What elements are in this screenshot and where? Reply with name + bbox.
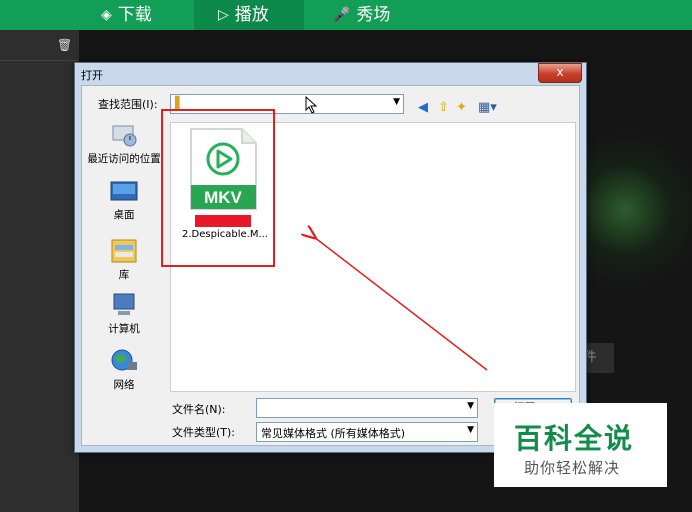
- close-button[interactable]: x: [538, 63, 582, 83]
- filename-label: 文件名(N):: [172, 403, 226, 416]
- view-menu-icon[interactable]: ▦▾: [478, 100, 497, 115]
- place-network-label: 网络: [113, 379, 135, 391]
- place-library-label: 库: [118, 269, 130, 281]
- chevron-down-icon: ▼: [467, 425, 474, 435]
- desktop-icon: [110, 181, 138, 201]
- chevron-down-icon: ▼: [393, 97, 400, 107]
- tab-showroom-label: 秀场: [356, 5, 391, 25]
- network-icon: [111, 349, 137, 371]
- play-icon: ▷: [218, 7, 229, 23]
- place-desktop-label: 桌面: [113, 209, 135, 221]
- place-computer[interactable]: 计算机: [82, 292, 166, 336]
- mouse-cursor-icon: [305, 96, 318, 114]
- playlist-header: 🗑: [0, 30, 79, 61]
- tab-showroom[interactable]: 🎤 秀场: [333, 0, 390, 30]
- layers-icon: ◈: [101, 7, 112, 23]
- annotation-highlight-box: [161, 109, 275, 267]
- place-recent-label: 最近访问的位置: [87, 153, 161, 165]
- watermark-title: 百科全说: [514, 422, 635, 455]
- microphone-icon: 🎤: [333, 7, 351, 23]
- up-folder-icon[interactable]: ⇧: [438, 100, 449, 115]
- trash-icon[interactable]: 🗑: [57, 38, 72, 52]
- open-file-dialog: 打开 x 查找范围(I): ▌ ▼ ◀ ⇧ ✦ ▦▾ 最近访问的位置 桌面 库 …: [74, 62, 587, 453]
- tab-download[interactable]: ◈ 下载: [101, 0, 152, 30]
- place-recent[interactable]: 最近访问的位置: [82, 122, 166, 166]
- filetype-select[interactable]: 常见媒体格式 (所有媒体格式) ▼: [256, 422, 478, 442]
- chevron-down-icon: ▼: [467, 401, 474, 411]
- computer-icon: [113, 293, 135, 315]
- close-icon: x: [556, 65, 564, 79]
- top-nav-bar: ◈ 下载 ▷ 播放 🎤 秀场: [0, 0, 692, 30]
- recent-places-icon: [112, 125, 137, 147]
- folder-icon: ▌: [175, 96, 185, 110]
- place-desktop[interactable]: 桌面: [82, 180, 166, 222]
- dialog-body: 查找范围(I): ▌ ▼ ◀ ⇧ ✦ ▦▾ 最近访问的位置 桌面 库 计算机 网…: [81, 85, 580, 446]
- place-network[interactable]: 网络: [82, 348, 166, 392]
- filename-input[interactable]: ▼: [256, 398, 478, 418]
- places-bar: 最近访问的位置 桌面 库 计算机 网络: [82, 122, 166, 432]
- dialog-title: 打开: [81, 69, 103, 82]
- watermark-subtitle: 助你轻松解决: [524, 459, 621, 477]
- new-folder-icon[interactable]: ✦: [456, 100, 467, 115]
- place-library[interactable]: 库: [82, 236, 166, 282]
- playlist-panel: 🗑: [0, 30, 79, 512]
- watermark-logo: 百科全说 助你轻松解决: [494, 403, 667, 487]
- back-icon[interactable]: ◀: [418, 100, 428, 115]
- library-icon: [111, 239, 137, 263]
- lookin-label: 查找范围(I):: [98, 98, 158, 111]
- tab-play-label: 播放: [234, 5, 269, 25]
- filetype-select-value: 常见媒体格式 (所有媒体格式): [261, 427, 406, 440]
- filetype-label: 文件类型(T):: [172, 426, 236, 439]
- tab-play[interactable]: ▷ 播放: [194, 0, 304, 30]
- place-computer-label: 计算机: [108, 323, 140, 335]
- tab-download-label: 下载: [117, 5, 152, 25]
